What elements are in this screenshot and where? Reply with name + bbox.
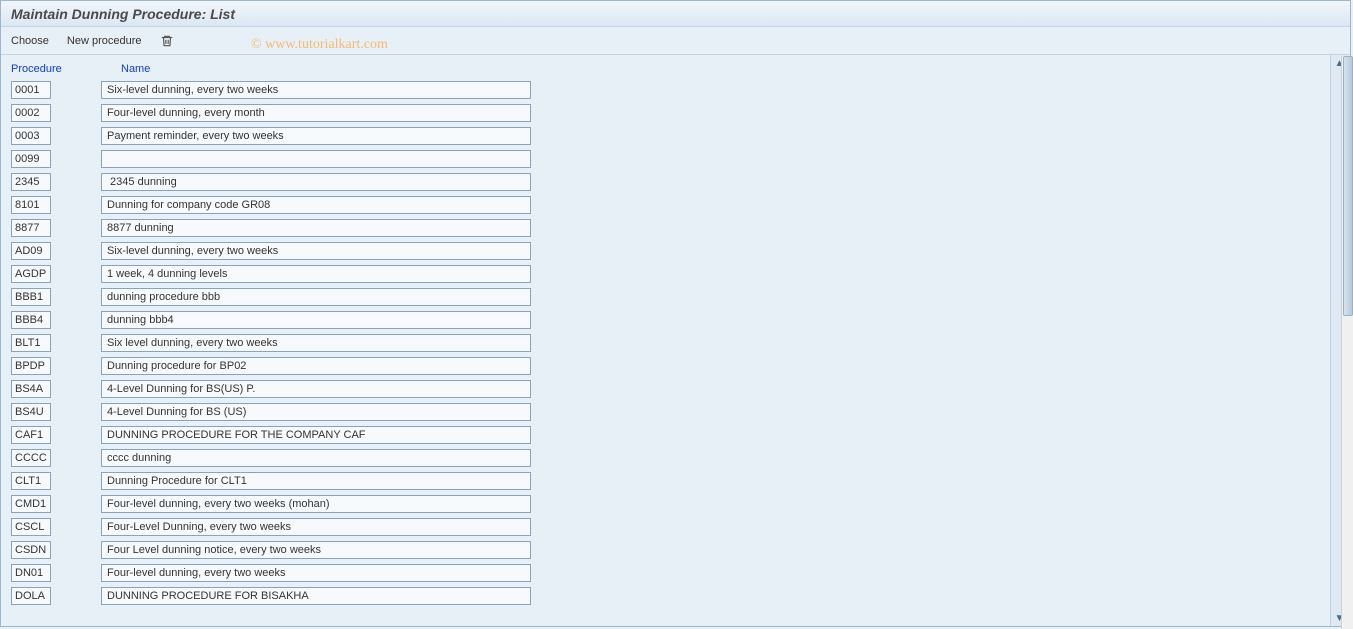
procedure-input[interactable] [11,426,51,444]
procedure-input[interactable] [11,541,51,559]
name-input[interactable] [101,357,531,375]
table-row [11,309,1340,331]
table-row [11,470,1340,492]
table-row [11,217,1340,239]
procedure-input[interactable] [11,219,51,237]
procedure-input[interactable] [11,81,51,99]
table-body [11,79,1340,607]
name-input[interactable] [101,219,531,237]
new-procedure-button[interactable]: New procedure [67,27,142,55]
scrollbar-track[interactable] [1341,56,1353,629]
name-input[interactable] [101,104,531,122]
procedure-input[interactable] [11,380,51,398]
table-row [11,79,1340,101]
procedure-input[interactable] [11,265,51,283]
procedure-input[interactable] [11,587,51,605]
name-input[interactable] [101,127,531,145]
table-row [11,355,1340,377]
name-input[interactable] [101,426,531,444]
name-input[interactable] [101,288,531,306]
name-input[interactable] [101,81,531,99]
content-area: Procedure Name ▲ ▼ [1,55,1350,626]
procedure-input[interactable] [11,127,51,145]
table-row [11,171,1340,193]
table-row [11,263,1340,285]
name-input[interactable] [101,518,531,536]
name-input[interactable] [101,334,531,352]
procedure-input[interactable] [11,357,51,375]
procedure-input[interactable] [11,196,51,214]
name-input[interactable] [101,449,531,467]
table-row [11,493,1340,515]
choose-button[interactable]: Choose [11,27,49,55]
procedure-input[interactable] [11,449,51,467]
title-bar: Maintain Dunning Procedure: List [1,1,1350,27]
outer-vertical-scrollbar[interactable] [1341,56,1353,629]
table-row [11,424,1340,446]
name-input[interactable] [101,150,531,168]
name-input[interactable] [101,173,531,191]
procedure-input[interactable] [11,403,51,421]
table-row [11,401,1340,423]
name-input[interactable] [101,564,531,582]
delete-icon[interactable] [160,34,174,48]
name-input[interactable] [101,265,531,283]
name-input[interactable] [101,587,531,605]
procedure-input[interactable] [11,472,51,490]
name-input[interactable] [101,242,531,260]
table-row [11,562,1340,584]
procedure-input[interactable] [11,173,51,191]
column-header-name[interactable]: Name [121,63,150,75]
procedure-input[interactable] [11,288,51,306]
table-row [11,125,1340,147]
procedure-input[interactable] [11,334,51,352]
app-window: Maintain Dunning Procedure: List Choose … [0,0,1351,627]
table-row [11,585,1340,607]
procedure-input[interactable] [11,150,51,168]
name-input[interactable] [101,311,531,329]
table-row [11,148,1340,170]
table-row [11,539,1340,561]
name-input[interactable] [101,196,531,214]
table-row [11,240,1340,262]
table-row [11,516,1340,538]
procedure-input[interactable] [11,104,51,122]
column-header-row: Procedure Name [11,63,1340,75]
procedure-input[interactable] [11,242,51,260]
name-input[interactable] [101,472,531,490]
table-row [11,447,1340,469]
procedure-input[interactable] [11,564,51,582]
name-input[interactable] [101,403,531,421]
column-header-procedure[interactable]: Procedure [11,63,71,75]
table-row [11,194,1340,216]
name-input[interactable] [101,541,531,559]
table-row [11,286,1340,308]
procedure-input[interactable] [11,495,51,513]
page-title: Maintain Dunning Procedure: List [11,6,235,22]
procedure-input[interactable] [11,518,51,536]
name-input[interactable] [101,495,531,513]
table-row [11,102,1340,124]
name-input[interactable] [101,380,531,398]
procedure-input[interactable] [11,311,51,329]
table-row [11,332,1340,354]
table-row [11,378,1340,400]
toolbar: Choose New procedure © www.tutorialkart.… [1,27,1350,55]
scrollbar-thumb[interactable] [1343,56,1353,316]
